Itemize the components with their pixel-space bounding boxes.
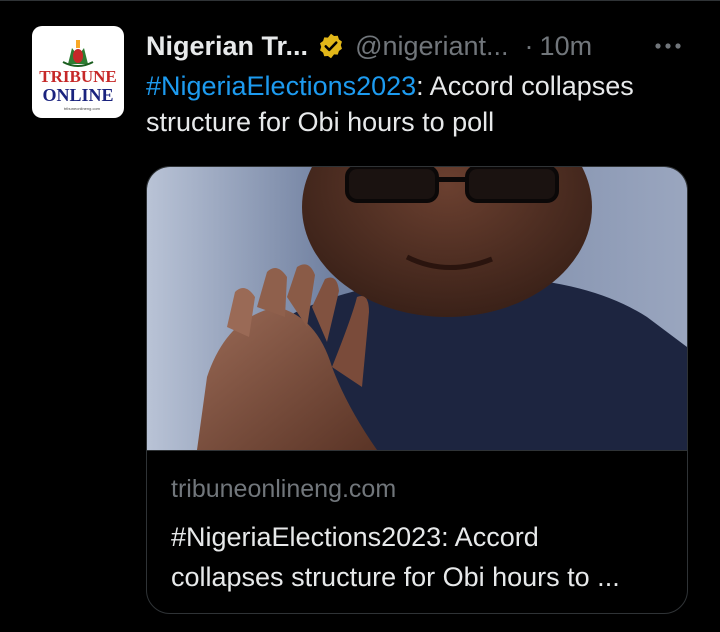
tweet-text: #NigeriaElections2023: Accord collapses … bbox=[146, 68, 691, 140]
more-icon[interactable] bbox=[652, 30, 684, 62]
handle[interactable]: @nigeriant... bbox=[355, 31, 508, 62]
hashtag-link[interactable]: #NigeriaElections2023 bbox=[146, 71, 416, 101]
card-image[interactable] bbox=[147, 167, 687, 450]
avatar-site: tribuneonlineng.com bbox=[64, 106, 101, 111]
card-title[interactable]: #NigeriaElections2023: Accord collapses … bbox=[171, 517, 671, 597]
tweet[interactable]: TRIBUNE ONLINE tribuneonlineng.com Niger… bbox=[0, 0, 720, 632]
card-divider bbox=[147, 450, 687, 451]
card-title-line2: collapses structure for Obi hours to ... bbox=[171, 562, 620, 592]
card-title-line1: #NigeriaElections2023: Accord bbox=[171, 522, 539, 552]
separator-dot: · bbox=[524, 30, 534, 61]
avatar-brand-line2: ONLINE bbox=[42, 85, 113, 105]
verified-badge-icon[interactable] bbox=[317, 32, 345, 60]
timestamp[interactable]: 10m bbox=[540, 31, 593, 62]
card-domain[interactable]: tribuneonlineng.com bbox=[171, 475, 396, 504]
link-card[interactable]: tribuneonlineng.com #NigeriaElections202… bbox=[146, 166, 688, 614]
crest-icon bbox=[62, 40, 94, 67]
display-name[interactable]: Nigerian Tr... bbox=[146, 31, 308, 62]
avatar[interactable]: TRIBUNE ONLINE tribuneonlineng.com bbox=[32, 26, 124, 118]
tweet-header: Nigerian Tr... @nigeriant... · 10m bbox=[146, 26, 690, 66]
avatar-brand-line1: TRIBUNE bbox=[39, 67, 116, 86]
divider bbox=[0, 0, 720, 1]
